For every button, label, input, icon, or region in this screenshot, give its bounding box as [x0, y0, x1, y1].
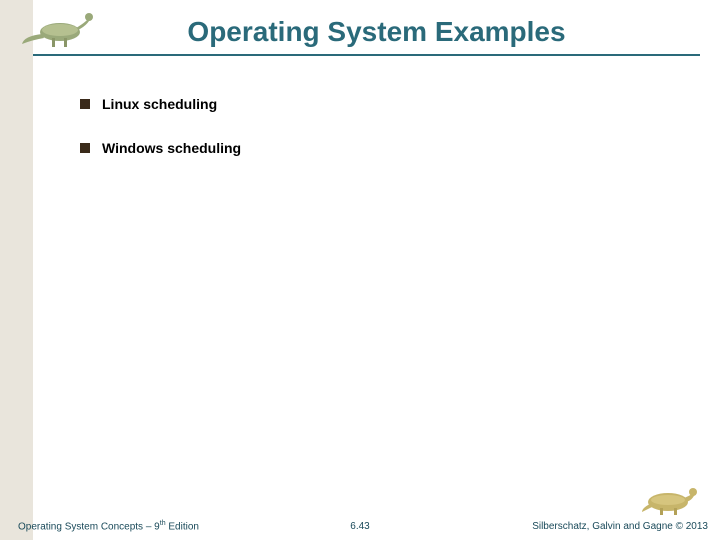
bullet-text: Linux scheduling: [102, 96, 217, 112]
dinosaur-resting-icon: [640, 480, 700, 516]
footer-copyright: Silberschatz, Galvin and Gagne © 2013: [532, 521, 708, 532]
bullet-square-icon: [80, 99, 90, 109]
footer-page-number: 6.43: [350, 521, 369, 532]
bullet-square-icon: [80, 143, 90, 153]
slide-content: Linux scheduling Windows scheduling: [80, 96, 720, 156]
slide-title: Operating System Examples: [33, 8, 720, 54]
list-item: Linux scheduling: [80, 96, 720, 112]
bullet-text: Windows scheduling: [102, 140, 241, 156]
left-stripe: [0, 0, 33, 540]
footer-book-title: Operating System Concepts – 9th Edition: [18, 520, 199, 532]
slide-header: Operating System Examples: [0, 0, 720, 56]
list-item: Windows scheduling: [80, 140, 720, 156]
dinosaur-running-icon: [18, 6, 98, 50]
title-rule: [33, 54, 700, 56]
